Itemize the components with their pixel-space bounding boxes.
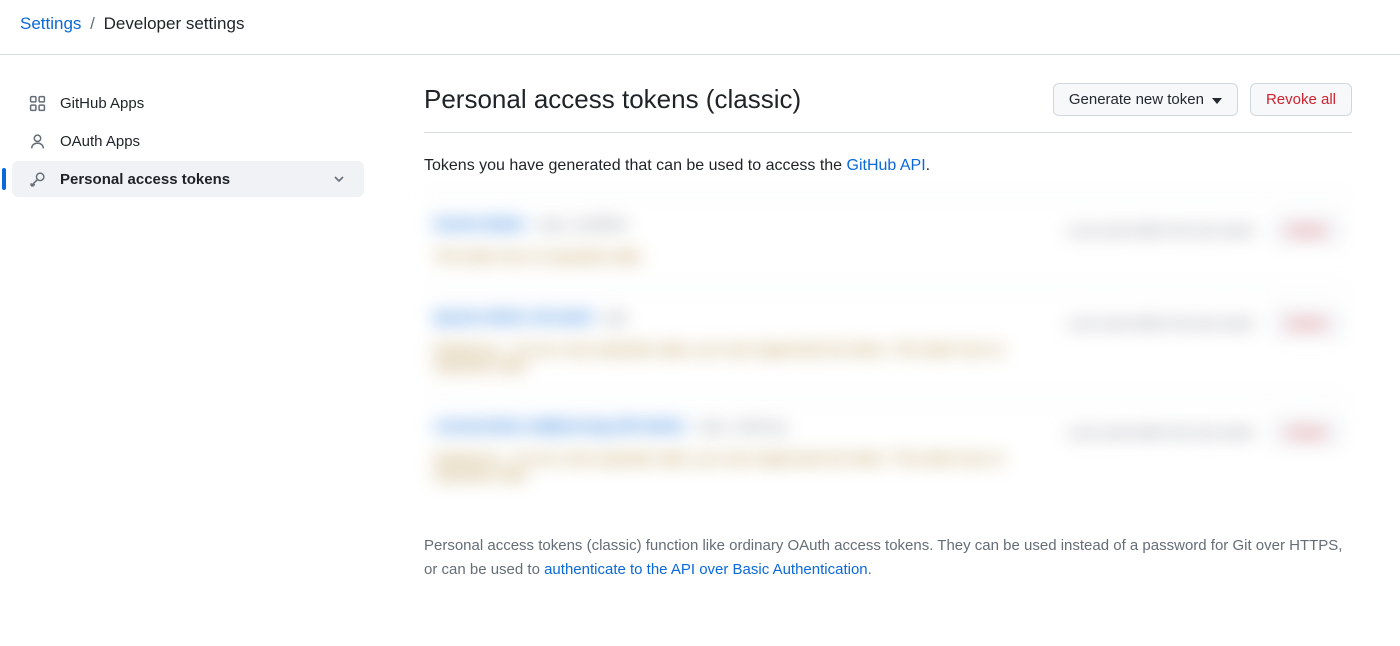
token-row: ipsum-dolor-sit-ametgist Expired on . To…: [424, 288, 1352, 397]
sidebar-item-github-apps[interactable]: GitHub Apps: [12, 85, 364, 121]
revoke-all-button[interactable]: Revoke all: [1250, 83, 1352, 116]
revoke-all-label: Revoke all: [1266, 91, 1336, 108]
token-row: consectetur-adipiscing-elit-tokenrepo, r…: [424, 397, 1352, 506]
token-row: lorem-tokenrepo, workflow This token has…: [424, 195, 1352, 288]
main-content: Personal access tokens (classic) Generat…: [384, 55, 1364, 622]
generate-new-token-button[interactable]: Generate new token: [1053, 83, 1238, 116]
breadcrumb-separator: /: [90, 14, 95, 33]
breadcrumb-root-link[interactable]: Settings: [20, 14, 81, 33]
page-header: Personal access tokens (classic) Generat…: [424, 83, 1352, 133]
key-icon: [28, 170, 46, 188]
caret-down-icon: [1212, 91, 1222, 108]
token-list: lorem-tokenrepo, workflow This token has…: [424, 195, 1352, 506]
sidebar-item-label: OAuth Apps: [60, 133, 348, 150]
github-api-link[interactable]: GitHub API: [847, 157, 926, 174]
sidebar-item-label: GitHub Apps: [60, 95, 348, 112]
chevron-down-icon: [330, 170, 348, 188]
sidebar-item-oauth-apps[interactable]: OAuth Apps: [12, 123, 364, 159]
intro-text: Tokens you have generated that can be us…: [424, 157, 1352, 175]
footer-text: Personal access tokens (classic) functio…: [424, 534, 1352, 582]
apps-icon: [28, 94, 46, 112]
generate-new-token-label: Generate new token: [1069, 91, 1204, 108]
sidebar-item-label: Personal access tokens: [60, 171, 316, 188]
sidebar-item-personal-access-tokens[interactable]: Personal access tokens: [12, 161, 364, 197]
breadcrumb: Settings / Developer settings: [0, 0, 1400, 55]
page-title: Personal access tokens (classic): [424, 84, 801, 115]
person-icon: [28, 132, 46, 150]
sidebar: GitHub Apps OAuth Apps Personal access t…: [12, 55, 364, 622]
basic-auth-link[interactable]: authenticate to the API over Basic Authe…: [544, 561, 868, 578]
breadcrumb-current: Developer settings: [104, 14, 245, 33]
header-actions: Generate new token Revoke all: [1053, 83, 1352, 116]
